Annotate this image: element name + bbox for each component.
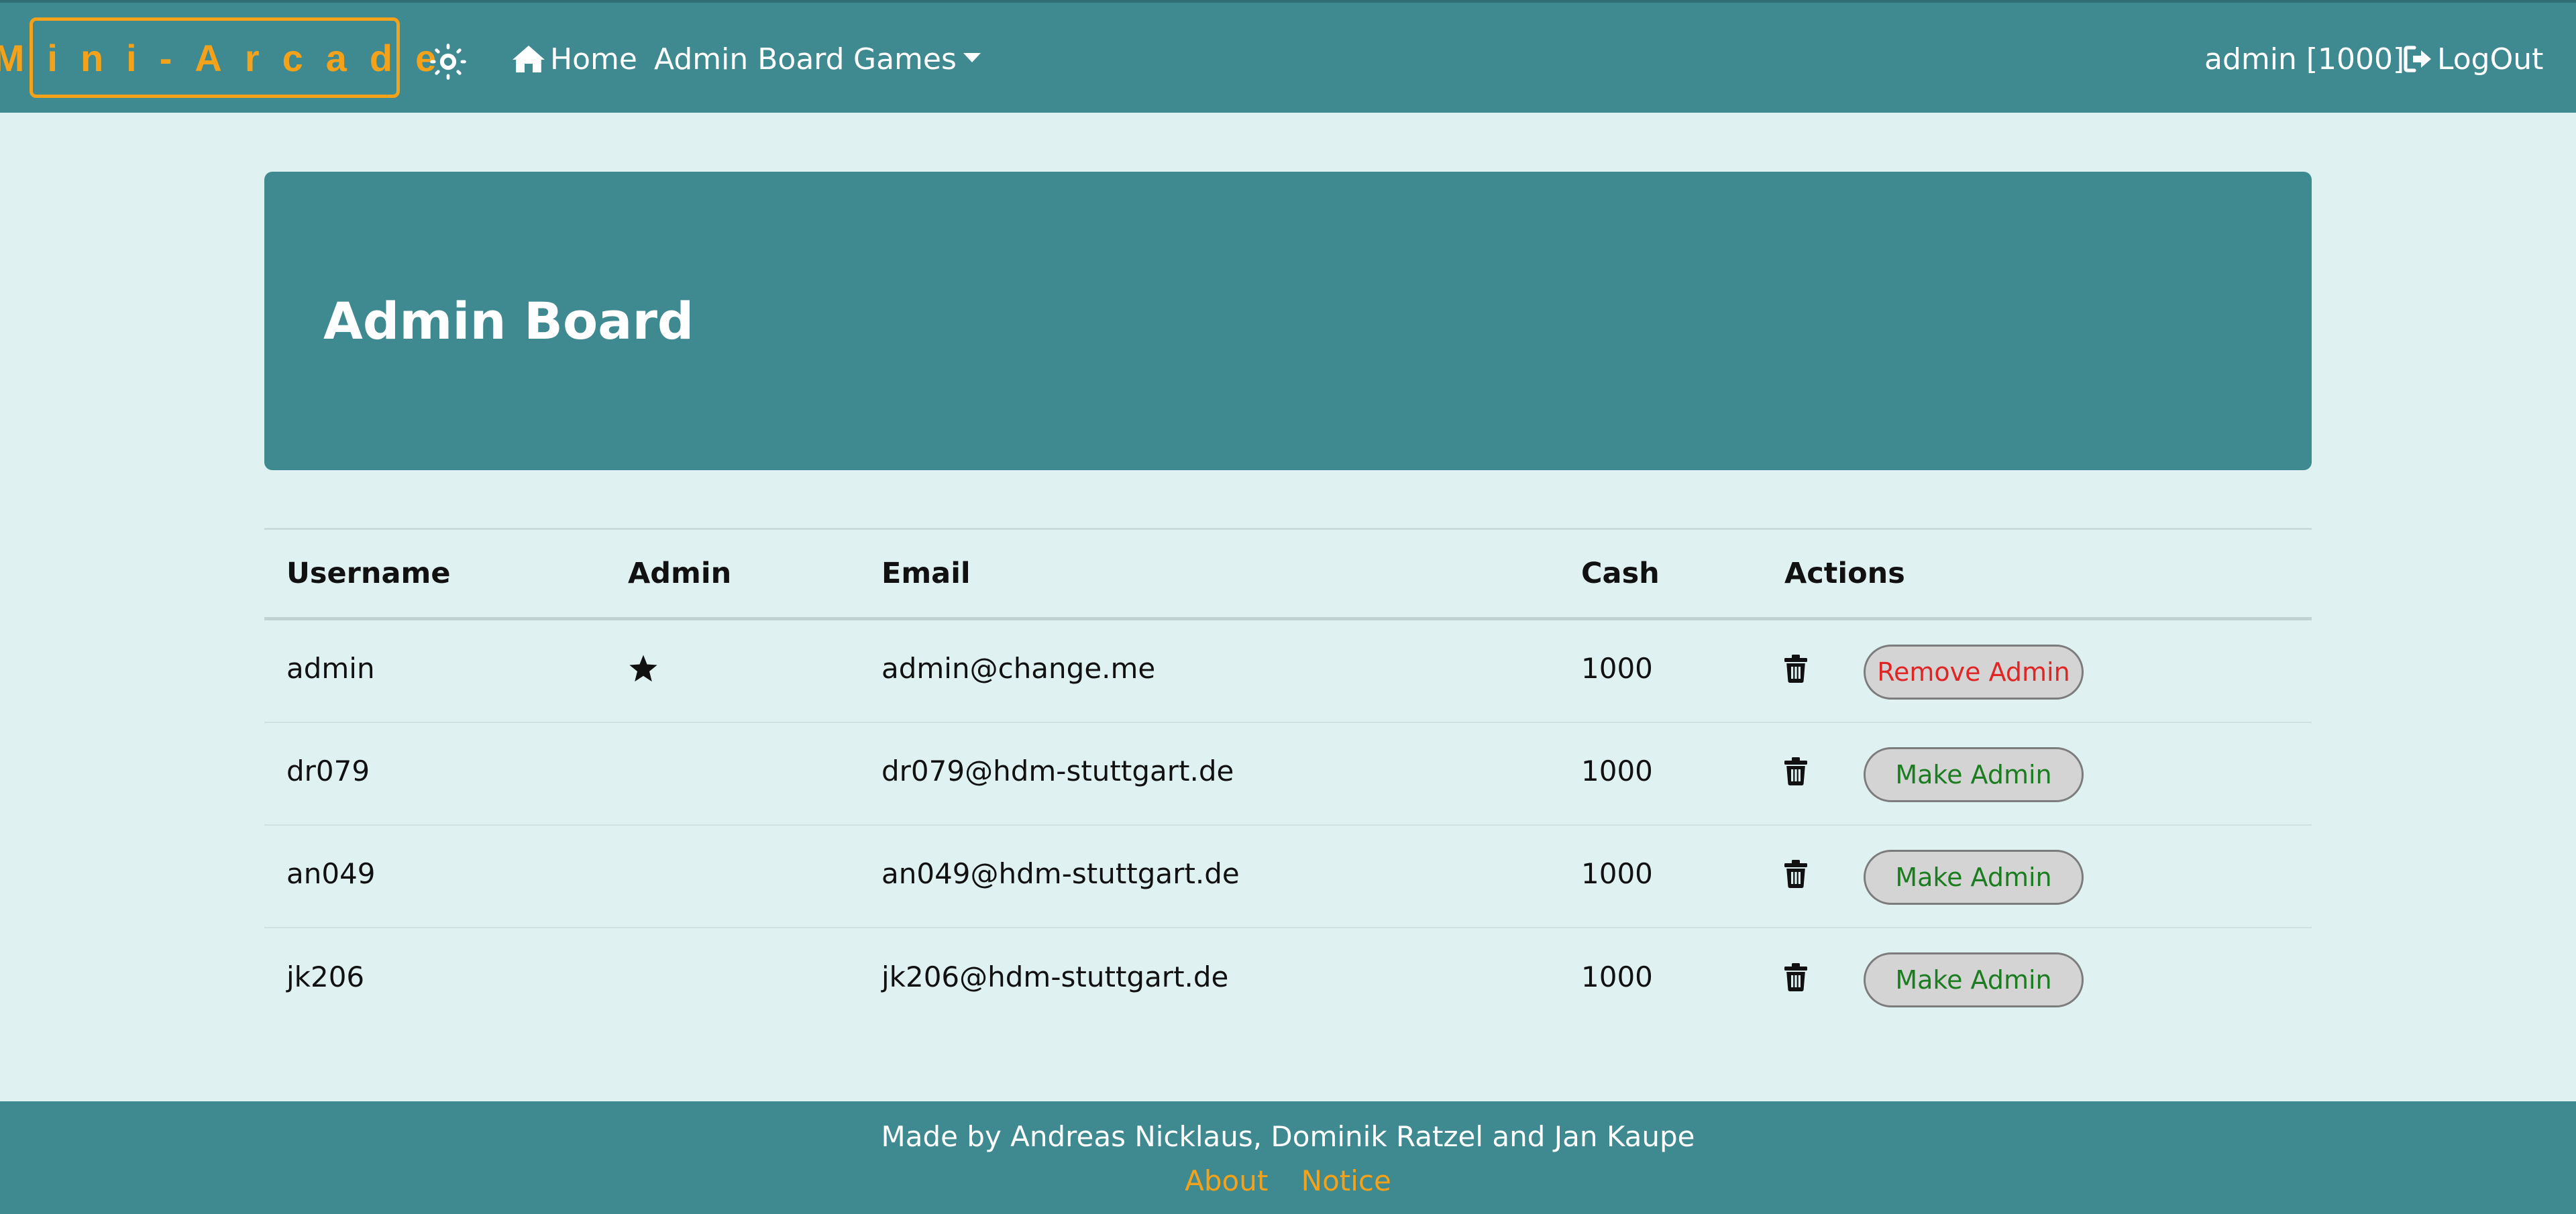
cash-cell: 1000 [1581, 857, 1653, 890]
make-admin-button[interactable]: Make Admin [1864, 747, 2084, 802]
cash-cell: 1000 [1581, 652, 1653, 685]
home-icon [511, 44, 546, 74]
about-link[interactable]: About [1185, 1164, 1268, 1197]
cash-cell: 1000 [1581, 755, 1653, 787]
make-admin-button[interactable]: Make Admin [1864, 952, 2084, 1007]
username-cell: dr079 [286, 755, 370, 787]
brand-logo[interactable]: Mini-Arcade [0, 17, 436, 98]
delete-user-button[interactable] [1784, 620, 1807, 722]
header-admin: Admin [628, 557, 732, 590]
logout-link[interactable]: LogOut [2404, 3, 2543, 115]
email-cell: jk206@hdm-stuttgart.de [881, 960, 1229, 993]
delete-user-button[interactable] [1784, 928, 1807, 1031]
table-row: admin admin@change.me 1000 Remove Admin [264, 620, 2312, 723]
footer: Made by Andreas Nicklaus, Dominik Ratzel… [0, 1101, 2576, 1214]
users-table: Username Admin Email Cash Actions admin … [264, 528, 2312, 1031]
remove-admin-button[interactable]: Remove Admin [1864, 645, 2084, 700]
logout-icon [2404, 45, 2433, 73]
nav-games-dropdown[interactable]: Games [853, 3, 981, 115]
admin-star-icon [628, 618, 659, 719]
header-username: Username [286, 557, 451, 590]
trash-icon [1784, 859, 1807, 888]
trash-icon [1784, 962, 1807, 991]
email-cell: admin@change.me [881, 652, 1156, 685]
delete-user-button[interactable] [1784, 826, 1807, 927]
header-email: Email [881, 557, 971, 590]
chevron-down-icon [963, 53, 981, 62]
email-cell: an049@hdm-stuttgart.de [881, 857, 1240, 890]
page-header-panel: Admin Board [264, 172, 2312, 470]
logout-label: LogOut [2437, 42, 2544, 76]
trash-icon [1784, 654, 1807, 683]
username-cell: jk206 [286, 960, 365, 993]
sun-icon [430, 44, 466, 80]
cash-cell: 1000 [1581, 960, 1653, 993]
nav-home-label: Home [550, 42, 637, 76]
make-admin-button[interactable]: Make Admin [1864, 850, 2084, 905]
table-row: dr079 dr079@hdm-stuttgart.de 1000 Make A… [264, 723, 2312, 826]
trash-icon [1784, 757, 1807, 785]
table-row: jk206 jk206@hdm-stuttgart.de 1000 Make A… [264, 928, 2312, 1031]
navbar: Mini-Arcade Home Admin Board Games admin… [0, 0, 2576, 113]
nav-admin-board-link[interactable]: Admin Board [654, 3, 845, 115]
page-title: Admin Board [323, 291, 694, 351]
header-actions: Actions [1784, 557, 1905, 590]
footer-credits: Made by Andreas Nicklaus, Dominik Ratzel… [881, 1120, 1695, 1153]
nav-games-label: Games [853, 42, 957, 76]
delete-user-button[interactable] [1784, 723, 1807, 824]
notice-link[interactable]: Notice [1301, 1164, 1391, 1197]
table-row: an049 an049@hdm-stuttgart.de 1000 Make A… [264, 826, 2312, 928]
current-user-label: admin [1000] [2204, 42, 2405, 76]
email-cell: dr079@hdm-stuttgart.de [881, 755, 1234, 787]
table-header-row: Username Admin Email Cash Actions [264, 528, 2312, 620]
nav-home-link[interactable]: Home [511, 3, 637, 115]
username-cell: an049 [286, 857, 376, 890]
username-cell: admin [286, 652, 375, 685]
theme-toggle-button[interactable] [427, 40, 470, 83]
header-cash: Cash [1581, 557, 1660, 590]
footer-links: About Notice [0, 1164, 2576, 1197]
